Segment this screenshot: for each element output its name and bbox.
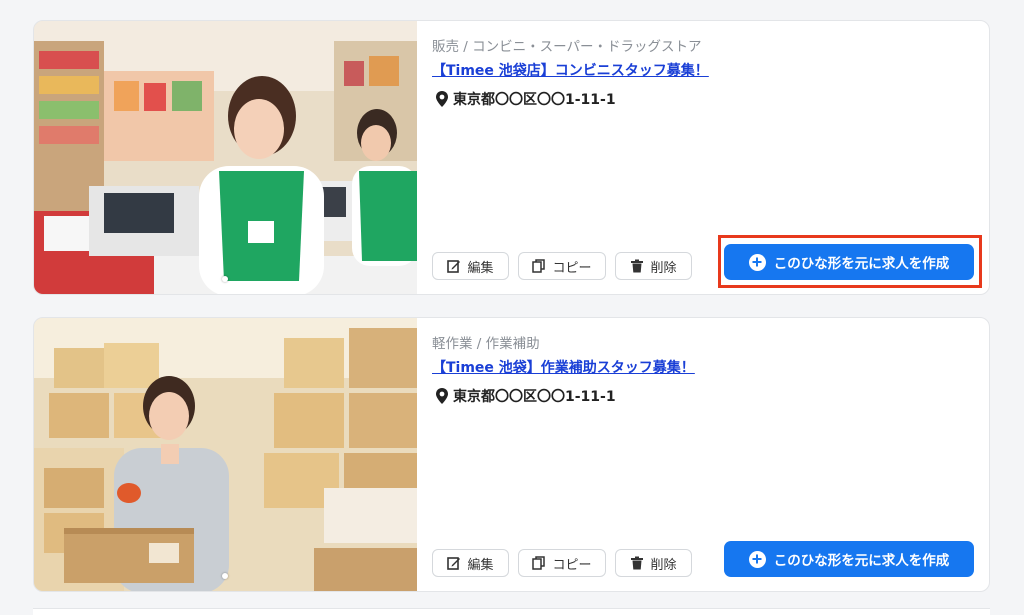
plus-circle-icon <box>748 550 766 568</box>
location-pin-icon <box>436 91 448 107</box>
job-address-text: 東京都〇〇区〇〇1-11-1 <box>453 92 616 108</box>
copy-icon <box>532 259 546 273</box>
copy-button[interactable]: コピー <box>518 549 606 577</box>
delete-button[interactable]: 削除 <box>615 549 692 577</box>
template-list-page: 販売 / コンビニ・スーパー・ドラッグストア 【Timee 池袋店】コンビニスタ… <box>0 0 1024 615</box>
job-address: 東京都〇〇区〇〇1-11-1 <box>434 386 616 406</box>
job-category: 軽作業 / 作業補助 <box>432 336 540 352</box>
job-title-link[interactable]: 【Timee 池袋】作業補助スタッフ募集！ <box>432 357 695 377</box>
job-category: 販売 / コンビニ・スーパー・ドラッグストア <box>432 39 702 55</box>
trash-icon <box>631 556 644 570</box>
job-template-card: 軽作業 / 作業補助 【Timee 池袋】作業補助スタッフ募集！ 東京都〇〇区〇… <box>33 317 990 592</box>
carousel-indicator-dot[interactable] <box>222 276 228 282</box>
page-scroll-gutter <box>1008 0 1024 615</box>
create-job-from-template-button[interactable]: このひな形を元に求人を作成 <box>724 244 974 280</box>
create-button-label: このひな形を元に求人を作成 <box>773 553 950 569</box>
warehouse-photo <box>34 318 417 591</box>
edit-icon <box>447 260 461 273</box>
copy-icon <box>532 556 546 570</box>
copy-button-label: コピー <box>552 260 592 276</box>
edit-button[interactable]: 編集 <box>432 252 509 280</box>
create-job-from-template-button[interactable]: このひな形を元に求人を作成 <box>724 541 974 577</box>
edit-button[interactable]: 編集 <box>432 549 509 577</box>
location-pin-icon <box>436 388 448 404</box>
job-address: 東京都〇〇区〇〇1-11-1 <box>434 89 616 109</box>
edit-button-label: 編集 <box>467 557 494 573</box>
plus-circle-icon <box>748 253 766 271</box>
job-template-card: 販売 / コンビニ・スーパー・ドラッグストア 【Timee 池袋店】コンビニスタ… <box>33 20 990 295</box>
job-address-text: 東京都〇〇区〇〇1-11-1 <box>453 389 616 405</box>
job-title-link[interactable]: 【Timee 池袋店】コンビニスタッフ募集！ <box>432 60 709 80</box>
job-photo-convenience-store[interactable] <box>34 21 417 294</box>
edit-icon <box>447 557 461 570</box>
convenience-store-photo <box>34 21 417 294</box>
copy-button-label: コピー <box>552 557 592 573</box>
delete-button-label: 削除 <box>650 260 677 276</box>
job-info: 軽作業 / 作業補助 【Timee 池袋】作業補助スタッフ募集！ 東京都〇〇区〇… <box>432 318 989 591</box>
job-photo-warehouse[interactable] <box>34 318 417 591</box>
job-info: 販売 / コンビニ・スーパー・ドラッグストア 【Timee 池袋店】コンビニスタ… <box>432 21 989 294</box>
next-card-edge <box>33 608 990 615</box>
create-button-label: このひな形を元に求人を作成 <box>773 256 950 272</box>
delete-button[interactable]: 削除 <box>615 252 692 280</box>
delete-button-label: 削除 <box>650 557 677 573</box>
edit-button-label: 編集 <box>467 260 494 276</box>
copy-button[interactable]: コピー <box>518 252 606 280</box>
carousel-indicator-dot[interactable] <box>222 573 228 579</box>
trash-icon <box>631 259 644 273</box>
